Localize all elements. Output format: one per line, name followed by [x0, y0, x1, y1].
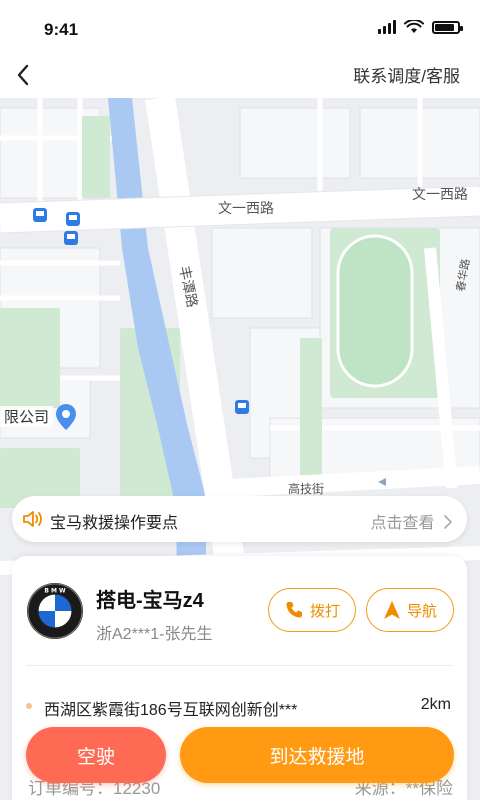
- navigation-arrow-icon: [383, 601, 400, 619]
- address-dot-icon: [26, 703, 32, 709]
- rescue-address: 西湖区紫霞街186号互联网创新创***: [44, 702, 298, 719]
- card-divider: [26, 665, 453, 666]
- battery-icon: [432, 20, 463, 34]
- poi-label: 限公司: [0, 406, 54, 427]
- status-time: 9:41: [44, 20, 79, 39]
- cellular-signal-icon: [378, 20, 396, 34]
- back-button[interactable]: [6, 58, 40, 92]
- view-tips-link[interactable]: 点击查看: [371, 509, 453, 533]
- navigate-button[interactable]: 导航: [366, 588, 454, 632]
- chevron-left-icon: [17, 64, 29, 86]
- status-icons: [378, 20, 463, 34]
- road-label: 文一西路: [218, 200, 274, 216]
- service-title: 搭电-宝马z4: [96, 590, 204, 612]
- tip-link-label: 点击查看: [370, 515, 435, 532]
- nav-bar: 联系调度/客服: [0, 52, 480, 98]
- road-label: 高技街: [288, 482, 325, 496]
- bmw-logo-icon: B M W: [27, 583, 83, 639]
- idle-button[interactable]: 空驶: [26, 727, 166, 783]
- call-label: 拨打: [309, 602, 340, 620]
- vehicle-info: 浙A2***1-张先生: [96, 626, 213, 643]
- speaker-icon: [23, 511, 42, 527]
- tip-title: 宝马救援操作要点: [50, 515, 179, 532]
- distance: 2km: [420, 696, 451, 713]
- svg-text:B M W: B M W: [44, 588, 66, 595]
- status-bar: 9:41: [0, 0, 480, 52]
- chevron-right-icon: [444, 515, 452, 529]
- phone-icon: [286, 602, 302, 618]
- navigate-label: 导航: [406, 602, 437, 620]
- contact-dispatch-link[interactable]: 联系调度/客服: [353, 62, 460, 87]
- wifi-icon: [404, 20, 424, 33]
- rescue-tips-bar[interactable]: 宝马救援操作要点 点击查看: [12, 496, 467, 542]
- call-button[interactable]: 拨打: [268, 588, 356, 632]
- road-label: 文一西路: [412, 186, 468, 202]
- arrive-rescue-button[interactable]: 到达救援地: [180, 727, 454, 783]
